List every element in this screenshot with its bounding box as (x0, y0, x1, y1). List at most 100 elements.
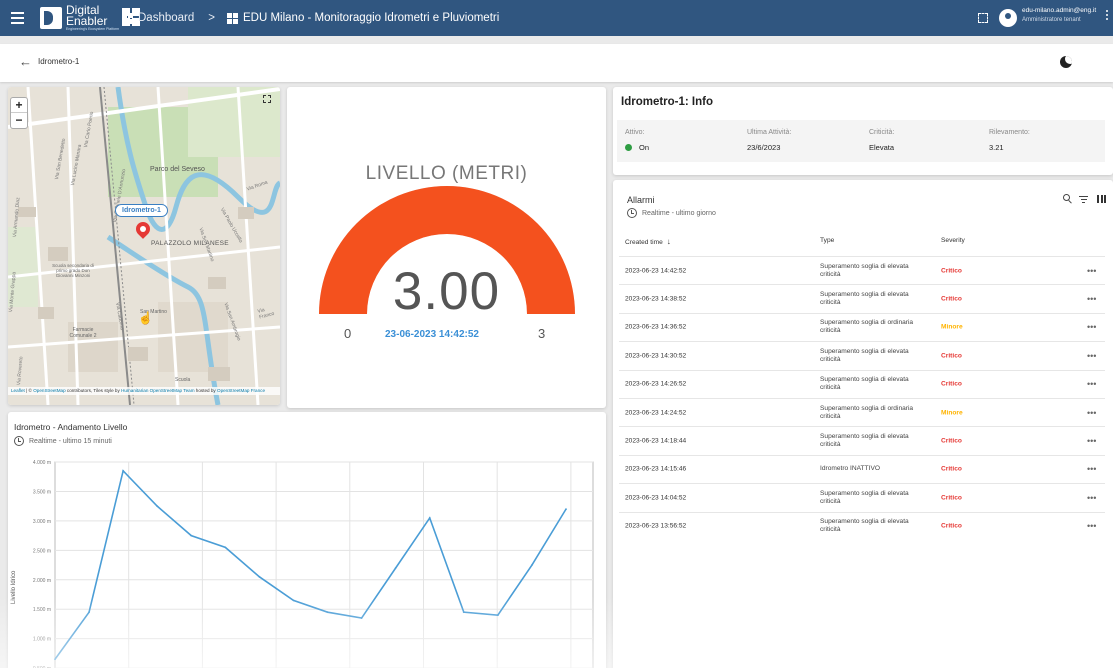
info-field-value: On (639, 143, 650, 152)
y-tick-label: 1.000 m (33, 637, 51, 643)
breadcrumb-dashboard-link[interactable]: Dashboard (138, 12, 194, 24)
row-more-actions-icon[interactable]: ••• (1087, 351, 1096, 361)
table-row[interactable]: 2023-06-23 14:30:52 Superamento soglia di… (619, 341, 1105, 369)
top-app-bar: Digital Enabler Engineering's Ecosystem … (0, 0, 1113, 36)
zoom-in-button[interactable]: + (11, 98, 27, 113)
data-point (54, 658, 56, 661)
row-more-actions-icon[interactable]: ••• (1087, 521, 1096, 531)
data-point (292, 599, 295, 602)
y-tick-label: 3.000 m (33, 519, 51, 525)
row-more-actions-icon[interactable]: ••• (1087, 322, 1096, 332)
map-place-label: Parco del Seveso (150, 166, 205, 173)
page-subheader: ← Idrometro-1 (0, 44, 1113, 82)
alarm-created-time: 2023-06-23 14:04:52 (625, 494, 687, 502)
attribution-leaflet-link[interactable]: Leaflet (11, 388, 25, 393)
alarms-title: Allarmi (627, 195, 655, 205)
info-field-reading: Rilevamento: 3.21 (989, 129, 1030, 152)
table-row[interactable]: 2023-06-23 14:15:46 Idrometro INATTIVO Cri… (619, 454, 1105, 483)
alarm-created-time: 2023-06-23 14:18:44 (625, 437, 687, 445)
info-field-label: Rilevamento: (989, 129, 1030, 136)
clock-icon (627, 208, 637, 218)
alarm-severity-badge: Critico (941, 465, 962, 473)
plot-frame (54, 461, 594, 668)
y-tick-label: 2.500 m (33, 548, 51, 554)
info-title: Idrometro-1: Info (621, 96, 713, 108)
alarm-type: Superamento soglia di elevata criticità (820, 489, 909, 505)
cursor-hand-icon: ☝ (138, 311, 153, 325)
zoom-out-button[interactable]: − (11, 113, 27, 128)
row-more-actions-icon[interactable]: ••• (1087, 464, 1096, 474)
row-more-actions-icon[interactable]: ••• (1087, 266, 1096, 276)
dark-mode-icon[interactable] (1060, 56, 1072, 68)
attribution-text: | © (24, 388, 34, 393)
alarm-created-time: 2023-06-23 14:15:46 (625, 465, 687, 473)
map-place-label: Scuola (175, 377, 191, 383)
row-more-actions-icon[interactable]: ••• (1087, 493, 1096, 503)
more-vert-icon[interactable] (1106, 10, 1108, 20)
row-more-actions-icon[interactable]: ••• (1087, 379, 1096, 389)
menu-icon[interactable] (10, 11, 24, 25)
alarm-severity-badge: Critico (941, 352, 962, 360)
fullscreen-icon[interactable] (978, 13, 988, 23)
gauge-min-label: 0 (344, 326, 352, 341)
user-role: Amministratore tenant (1022, 17, 1081, 23)
account-circle-icon[interactable] (999, 9, 1017, 27)
attribution-text: contributors, Tiles style by (65, 388, 122, 393)
search-icon[interactable] (1063, 194, 1072, 204)
table-row[interactable]: 2023-06-23 14:36:52 Superamento soglia di… (619, 312, 1105, 341)
table-row[interactable]: 2023-06-23 14:24:52 Superamento soglia di… (619, 398, 1105, 426)
table-row[interactable]: 2023-06-23 14:42:52 Superamento soglia di… (619, 256, 1105, 284)
data-point (122, 469, 125, 472)
data-point (88, 611, 90, 614)
map-tiles[interactable] (8, 87, 280, 405)
gauge-max-label: 3 (538, 326, 546, 341)
table-row[interactable]: 2023-06-23 13:56:52 Superamento soglia di… (619, 511, 1105, 540)
filter-icon[interactable] (1079, 196, 1088, 203)
marker-label[interactable]: Idrometro-1 (115, 204, 168, 217)
info-field-value: 3.21 (989, 143, 1004, 152)
attribution-osm-link[interactable]: OpenStreetMap (33, 388, 65, 393)
map-fullscreen-icon[interactable] (263, 95, 271, 103)
page-title: Idrometro-1 (38, 57, 80, 66)
alarm-severity-badge: Critico (941, 522, 962, 530)
info-field-value: Elevata (869, 143, 895, 152)
attribution-hot-link[interactable]: Humanitarian OpenStreetMap Team (121, 388, 194, 393)
column-header-severity[interactable]: Severity (941, 237, 965, 244)
y-tick-label: 4.000 m (33, 460, 51, 466)
gauge-dial (319, 186, 575, 314)
map-place-label: Scuola secondaria di primo grado Don Gio… (52, 263, 94, 278)
data-point (190, 534, 193, 537)
column-header-created-time[interactable]: Created time ↓ (625, 237, 671, 246)
data-point (224, 546, 227, 549)
user-info[interactable]: edu-milano.admin@eng.it Amministratore t… (1022, 7, 1096, 23)
attribution-text: hosted by (194, 388, 217, 393)
breadcrumb: Dashboard > EDU Milano - Monitoraggio Id… (122, 11, 499, 25)
alarm-created-time: 2023-06-23 14:42:52 (625, 267, 687, 274)
y-tick-label: 1.500 m (33, 607, 51, 613)
alarm-created-time: 2023-06-23 14:24:52 (625, 409, 687, 416)
gauge-value: 3.00 (392, 262, 501, 321)
breadcrumb-current: EDU Milano - Monitoraggio Idrometri e Pl… (242, 12, 500, 24)
row-more-actions-icon[interactable]: ••• (1087, 294, 1096, 304)
alarm-type: Superamento soglia di elevata criticità (820, 432, 909, 448)
alarm-created-time: 2023-06-23 14:38:52 (625, 295, 687, 303)
map-card[interactable]: Parco del Seveso PALAZZOLO MILANESE Scuo… (8, 87, 280, 405)
info-card: Idrometro-1: Info Attivo: On Ultima Atti… (613, 87, 1113, 175)
alarm-severity-badge: Minore (941, 323, 963, 331)
attribution-osmfr-link[interactable]: OpenStreetMap France (217, 388, 265, 393)
table-row[interactable]: 2023-06-23 14:38:52 Superamento soglia di… (619, 284, 1105, 312)
data-point (565, 508, 567, 511)
table-row[interactable]: 2023-06-23 14:04:52 Superamento soglia di… (619, 483, 1105, 511)
info-field-value: 23/6/2023 (747, 143, 781, 152)
data-point (462, 611, 465, 614)
row-more-actions-icon[interactable]: ••• (1087, 436, 1096, 446)
alarm-severity-badge: Critico (941, 295, 962, 303)
data-point (394, 567, 397, 569)
back-arrow-icon[interactable]: ← (19, 55, 32, 69)
row-more-actions-icon[interactable]: ••• (1087, 408, 1096, 418)
table-row[interactable]: 2023-06-23 14:18:44 Superamento soglia di… (619, 426, 1105, 454)
columns-icon[interactable] (1097, 195, 1106, 203)
column-header-type[interactable]: Type (820, 237, 834, 244)
table-row[interactable]: 2023-06-23 14:26:52 Superamento soglia di… (619, 369, 1105, 398)
data-point (496, 614, 499, 617)
